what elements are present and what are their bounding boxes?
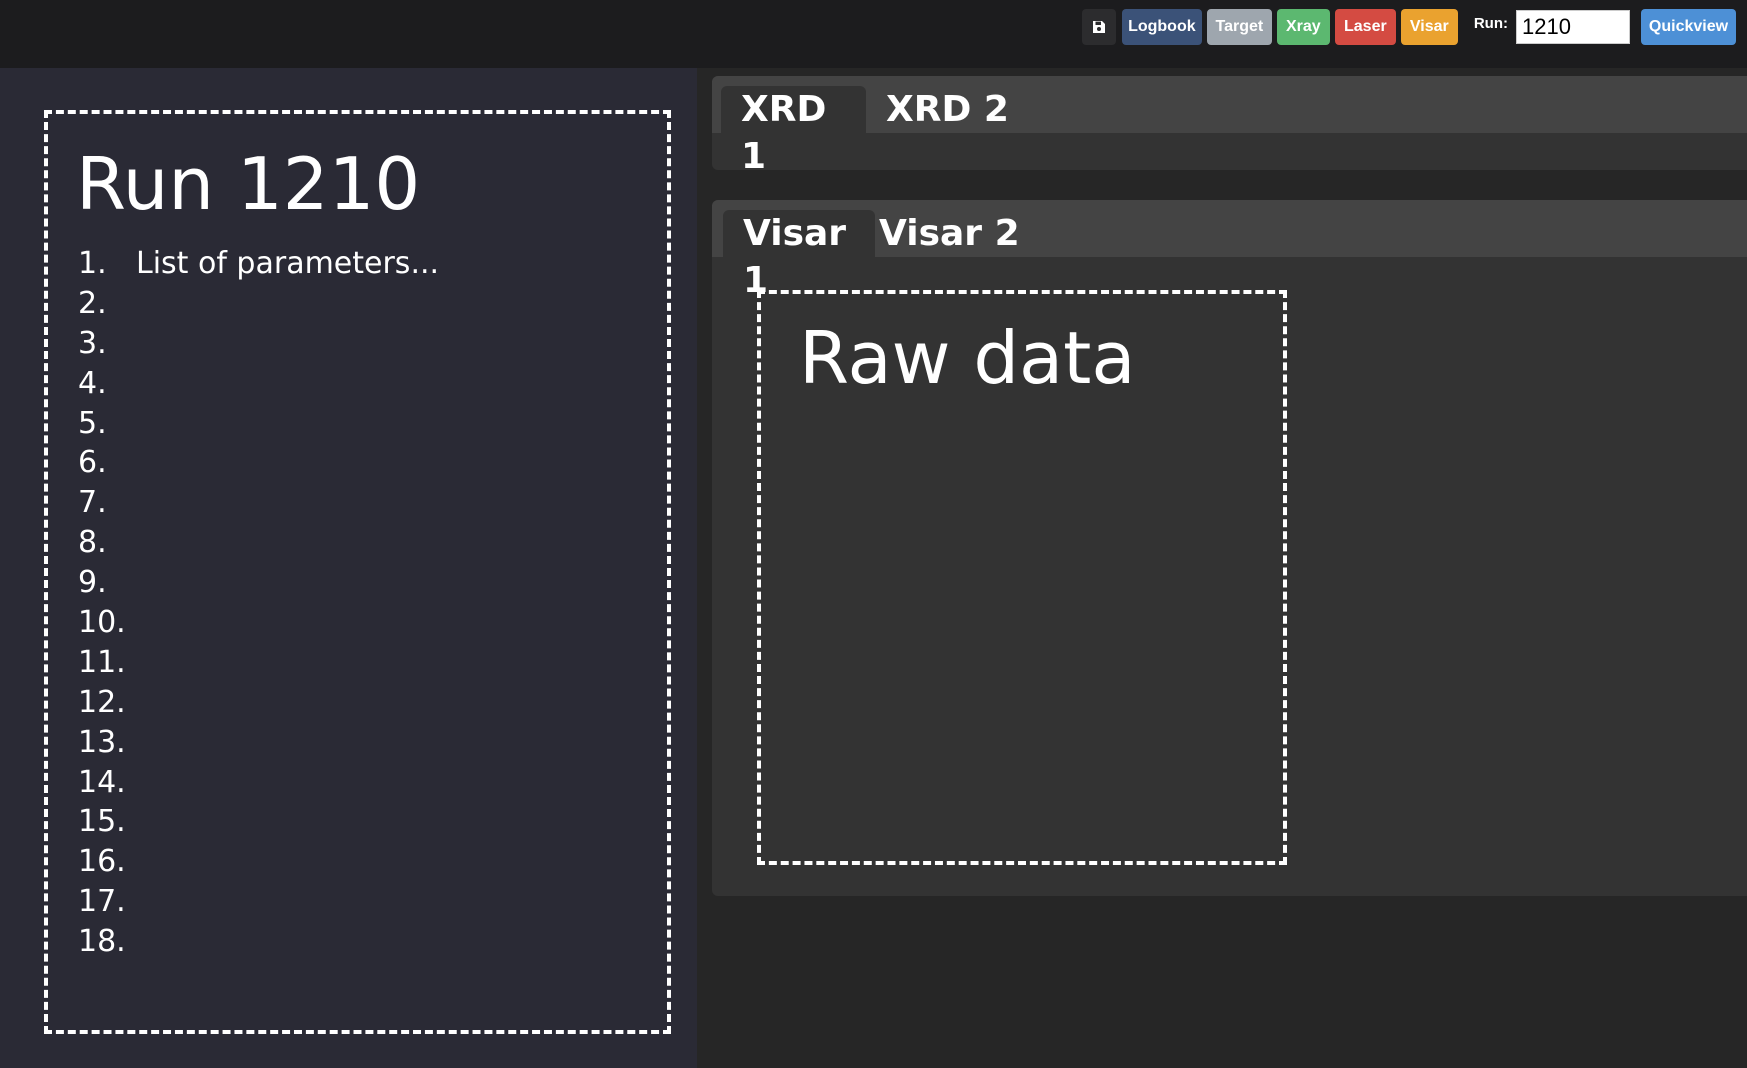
- run-label: Run:: [1473, 15, 1508, 32]
- run-number-input[interactable]: [1516, 10, 1630, 44]
- parameter-number: 13.: [78, 724, 126, 760]
- parameter-item: 10.: [78, 603, 439, 643]
- parameter-number: 16.: [78, 844, 126, 880]
- run-info-box: Run 1210 1. List of parameters... 2. 3. 4. 5.…: [44, 110, 671, 1034]
- parameter-item: 15.: [78, 802, 439, 842]
- parameter-number: 15.: [78, 804, 126, 840]
- parameter-item: 4.: [78, 364, 439, 404]
- detector-area: XRD 1 XRD 2 Visar 1 Visar 2 Raw data: [697, 68, 1747, 1068]
- xrd-tab-strip: XRD 1 XRD 2: [712, 76, 1747, 177]
- parameter-number: 10.: [78, 605, 126, 641]
- parameter-item: 2.: [78, 284, 439, 324]
- run-title: Run 1210: [76, 142, 421, 226]
- parameter-item: 8.: [78, 523, 439, 563]
- visar-button[interactable]: Visar: [1400, 9, 1458, 45]
- parameter-item: 12.: [78, 683, 439, 723]
- parameter-item: 5.: [78, 404, 439, 444]
- parameter-item: 18.: [78, 922, 439, 962]
- top-bar: Logbook Target Xray Laser Visar Run: Qui…: [0, 0, 1747, 68]
- xray-button[interactable]: Xray: [1276, 9, 1330, 45]
- tab-visar-1[interactable]: Visar 1: [723, 210, 875, 301]
- target-button[interactable]: Target: [1206, 9, 1272, 45]
- save-button[interactable]: [1081, 9, 1116, 45]
- logbook-button[interactable]: Logbook: [1121, 9, 1202, 45]
- parameter-number: 7.: [78, 485, 107, 521]
- raw-data-box: Raw data: [757, 290, 1287, 865]
- parameter-item: 1. List of parameters...: [78, 244, 439, 284]
- parameter-number: 4.: [78, 365, 107, 401]
- parameter-text: List of parameters...: [136, 246, 440, 281]
- parameter-item: 11.: [78, 643, 439, 683]
- parameter-number: 14.: [78, 764, 126, 800]
- parameter-item: 6.: [78, 443, 439, 483]
- parameter-item: 14.: [78, 763, 439, 803]
- parameter-number: 1.: [78, 246, 107, 281]
- parameter-item: 7.: [78, 483, 439, 523]
- parameter-number: 17.: [78, 884, 126, 920]
- parameter-list: 1. List of parameters... 2. 3. 4. 5. 6. 7. 8. 9. 1…: [78, 244, 439, 962]
- tab-xrd-1[interactable]: XRD 1: [721, 86, 866, 177]
- quickview-button[interactable]: Quickview: [1641, 9, 1736, 45]
- raw-data-title: Raw data: [799, 316, 1136, 400]
- parameter-item: 17.: [78, 882, 439, 922]
- parameter-number: 18.: [78, 924, 126, 960]
- parameter-number: 11.: [78, 644, 126, 680]
- parameter-item: 9.: [78, 563, 439, 603]
- parameter-number: 6.: [78, 445, 107, 481]
- xrd-panel: XRD 1 XRD 2: [712, 76, 1747, 177]
- parameter-item: 16.: [78, 842, 439, 882]
- parameter-number: 12.: [78, 684, 126, 720]
- toolbar: Logbook Target Xray Laser Visar Run: Qui…: [1081, 9, 1736, 45]
- parameter-number: 3.: [78, 325, 107, 361]
- tab-xrd-2[interactable]: XRD 2: [866, 86, 1029, 133]
- parameter-number: 8.: [78, 525, 107, 561]
- floppy-disk-icon: [1092, 21, 1105, 33]
- parameter-number: 9.: [78, 565, 107, 601]
- visar-tab-strip: Visar 1 Visar 2: [712, 200, 1747, 301]
- parameter-item: 13.: [78, 723, 439, 763]
- visar-panel: Visar 1 Visar 2 Raw data: [712, 200, 1747, 896]
- parameter-number: 5.: [78, 405, 107, 441]
- tab-visar-2[interactable]: Visar 2: [867, 210, 1040, 257]
- parameter-item: 3.: [78, 324, 439, 364]
- run-summary-panel: Run 1210 1. List of parameters... 2. 3. 4. 5.…: [0, 68, 697, 1068]
- parameter-number: 2.: [78, 285, 107, 321]
- laser-button[interactable]: Laser: [1334, 9, 1396, 45]
